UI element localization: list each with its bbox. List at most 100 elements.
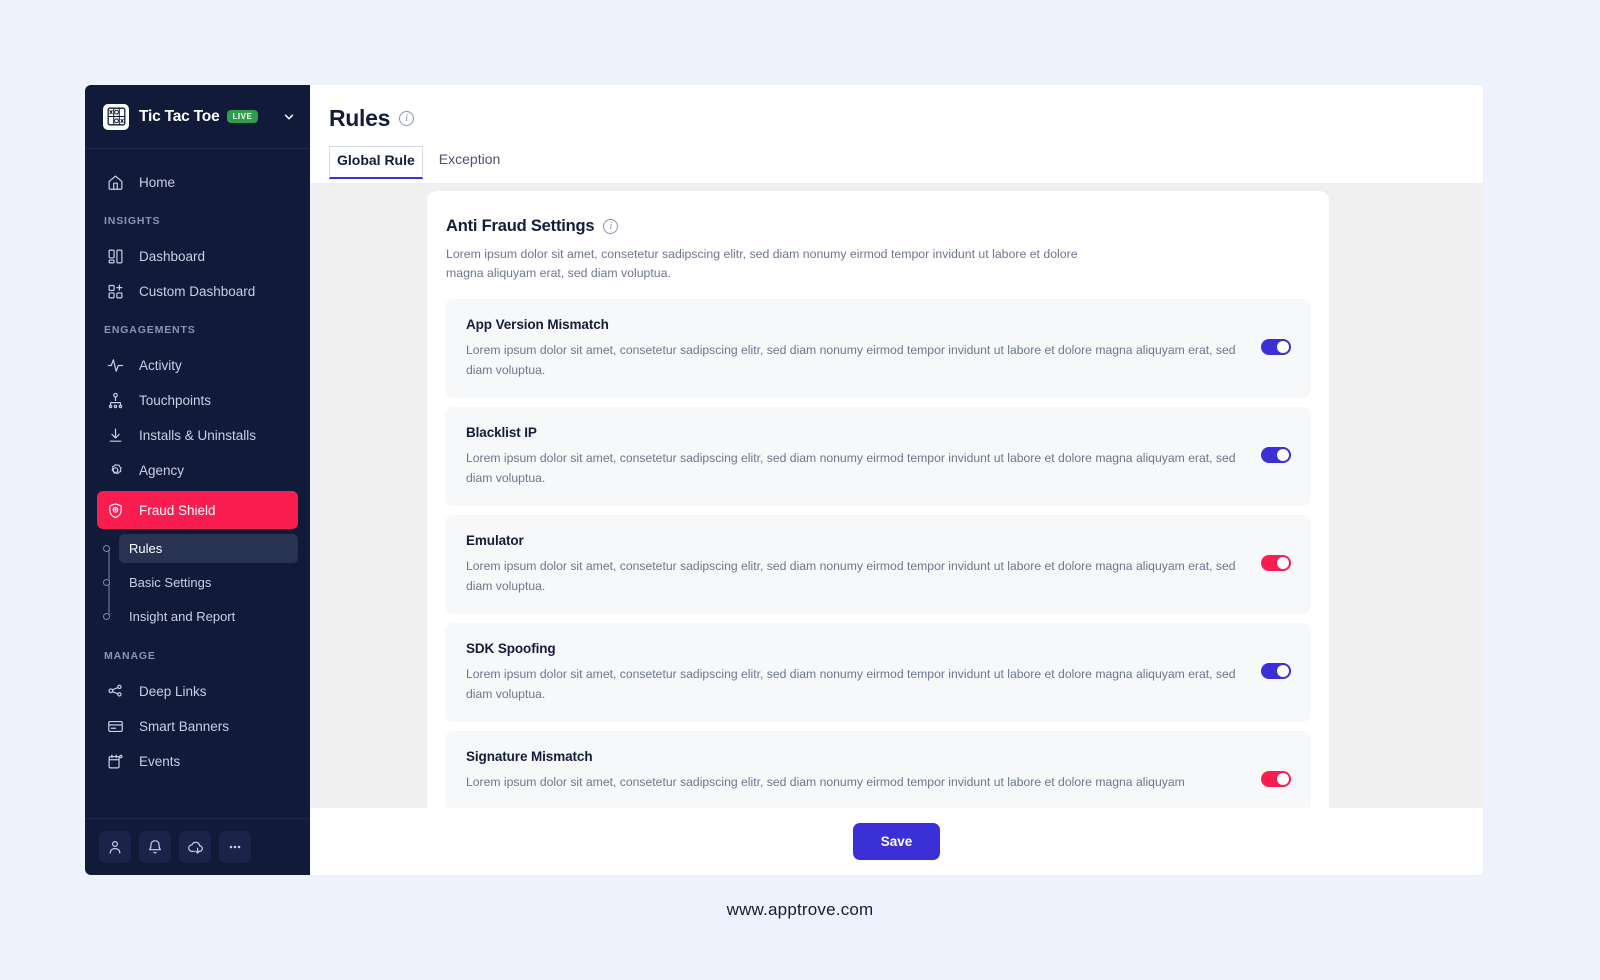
dashboard-icon: [104, 248, 126, 265]
rule-text: App Version Mismatch Lorem ipsum dolor s…: [466, 317, 1245, 380]
toggle-knob: [1277, 665, 1289, 678]
rule-text: Blacklist IP Lorem ipsum dolor sit amet,…: [466, 425, 1245, 488]
bullet-dot-icon: [103, 545, 110, 552]
rule-description: Lorem ipsum dolor sit amet, consetetur s…: [466, 451, 1236, 485]
agency-target-icon: [104, 462, 126, 479]
shield-icon: [104, 502, 126, 519]
tic-tac-toe-icon: [103, 103, 129, 130]
more-ellipsis-icon[interactable]: [219, 831, 251, 863]
rule-row: Signature Mismatch Lorem ipsum dolor sit…: [445, 731, 1311, 811]
toggle-knob: [1277, 773, 1289, 786]
tab-bar: Global Rule Exception: [329, 146, 1483, 179]
sidebar-item-fraud-shield[interactable]: Fraud Shield: [97, 491, 298, 529]
info-icon[interactable]: i: [603, 219, 619, 234]
rule-row: SDK Spoofing Lorem ipsum dolor sit amet,…: [445, 623, 1311, 723]
tab-global-rule[interactable]: Global Rule: [329, 146, 423, 179]
custom-dashboard-icon: [104, 283, 126, 300]
rule-toggle[interactable]: [1261, 555, 1291, 572]
rule-row: App Version Mismatch Lorem ipsum dolor s…: [445, 299, 1311, 399]
rule-text: Emulator Lorem ipsum dolor sit amet, con…: [466, 533, 1245, 596]
sidebar-item-activity[interactable]: Activity: [97, 349, 298, 381]
events-calendar-icon: [104, 753, 126, 770]
card-title-row: Anti Fraud Settings i: [445, 217, 1311, 236]
save-button[interactable]: Save: [852, 823, 941, 860]
sidebar-item-custom-dashboard[interactable]: Custom Dashboard: [97, 275, 298, 307]
card-title: Anti Fraud Settings: [446, 217, 595, 235]
touchpoints-icon: [104, 392, 126, 409]
rule-row: Emulator Lorem ipsum dolor sit amet, con…: [445, 515, 1311, 615]
rule-name: Emulator: [466, 533, 524, 549]
sidebar-item-events[interactable]: Events: [97, 745, 298, 777]
rule-description: Lorem ipsum dolor sit amet, consetetur s…: [466, 775, 1185, 790]
cloud-download-icon[interactable]: [179, 831, 211, 863]
sidebar-item-deep-links[interactable]: Deep Links: [97, 675, 298, 707]
sidebar: Tic Tac Toe LIVE Home INSIGHTS Dashboard: [85, 85, 310, 875]
main-content: Rules i Global Rule Exception Anti Fraud…: [310, 85, 1483, 875]
nav-section-engagements: ENGAGEMENTS: [104, 324, 196, 336]
sidebar-item-label: Touchpoints: [139, 392, 212, 408]
save-bar: Save: [310, 808, 1483, 875]
sidebar-item-label: Installs & Uninstalls: [139, 427, 257, 443]
toggle-knob: [1277, 449, 1289, 462]
rule-toggle[interactable]: [1261, 663, 1291, 680]
activity-pulse-icon: [104, 357, 126, 374]
sidebar-item-smart-banners[interactable]: Smart Banners: [97, 710, 298, 742]
nav-section-insights: INSIGHTS: [104, 215, 161, 227]
sidebar-item-label: Events: [139, 753, 181, 769]
sidebar-item-home[interactable]: Home: [97, 166, 298, 198]
sidebar-subitem-basic-settings[interactable]: Basic Settings: [103, 568, 298, 597]
page-title-row: Rules i: [329, 105, 1483, 132]
toggle-knob: [1277, 341, 1289, 354]
sidebar-subitem-insight-and-report[interactable]: Insight and Report: [103, 602, 298, 631]
rule-text: Signature Mismatch Lorem ipsum dolor sit…: [466, 749, 1245, 793]
deep-links-icon: [104, 683, 126, 700]
rule-toggle[interactable]: [1261, 771, 1291, 788]
bell-icon[interactable]: [139, 831, 171, 863]
tab-exception[interactable]: Exception: [427, 146, 512, 179]
card-description: Lorem ipsum dolor sit amet, consetetur s…: [446, 247, 1078, 281]
sidebar-item-label: Home: [139, 174, 176, 190]
rule-toggle[interactable]: [1261, 339, 1291, 356]
sidebar-item-label: Fraud Shield: [139, 502, 216, 518]
rule-text: SDK Spoofing Lorem ipsum dolor sit amet,…: [466, 641, 1245, 704]
sidebar-footer: [85, 818, 310, 875]
sidebar-subitem-label: Rules: [129, 541, 163, 556]
brand-switcher[interactable]: Tic Tac Toe LIVE: [85, 85, 310, 149]
bullet-dot-icon: [103, 579, 110, 586]
sidebar-item-dashboard[interactable]: Dashboard: [97, 240, 298, 272]
nav-section-manage: MANAGE: [104, 650, 156, 662]
sidebar-item-label: Dashboard: [139, 248, 206, 264]
rule-description: Lorem ipsum dolor sit amet, consetetur s…: [466, 343, 1236, 377]
rule-description: Lorem ipsum dolor sit amet, consetetur s…: [466, 559, 1236, 593]
bullet-dot-icon: [103, 613, 110, 620]
chevron-down-icon[interactable]: [282, 110, 296, 124]
sidebar-subitem-rules[interactable]: Rules: [103, 534, 298, 563]
user-icon[interactable]: [99, 831, 131, 863]
home-icon: [104, 174, 126, 191]
page-title: Rules: [329, 105, 391, 131]
rule-name: App Version Mismatch: [466, 317, 609, 333]
sidebar-item-label: Activity: [139, 357, 182, 373]
rule-name: SDK Spoofing: [466, 641, 556, 657]
status-badge: LIVE: [226, 109, 259, 124]
sidebar-item-installs-uninstalls[interactable]: Installs & Uninstalls: [97, 419, 298, 451]
app-window: Tic Tac Toe LIVE Home INSIGHTS Dashboard: [85, 85, 1483, 875]
info-icon[interactable]: i: [399, 111, 415, 126]
rule-name: Blacklist IP: [466, 425, 537, 441]
sidebar-item-label: Agency: [139, 462, 185, 478]
page-footer-url: www.apptrove.com: [726, 900, 874, 919]
sidebar-item-agency[interactable]: Agency: [97, 454, 298, 486]
rule-toggle[interactable]: [1261, 447, 1291, 464]
sidebar-item-label: Custom Dashboard: [139, 283, 256, 299]
download-icon: [104, 427, 126, 444]
rule-description: Lorem ipsum dolor sit amet, consetetur s…: [466, 667, 1236, 701]
rule-name: Signature Mismatch: [466, 749, 593, 765]
smart-banners-icon: [104, 718, 126, 735]
rule-row: Blacklist IP Lorem ipsum dolor sit amet,…: [445, 407, 1311, 507]
anti-fraud-settings-card: Anti Fraud Settings i Lorem ipsum dolor …: [427, 191, 1329, 875]
sidebar-item-label: Deep Links: [139, 683, 207, 699]
sidebar-item-label: Smart Banners: [139, 718, 230, 734]
content-area: Anti Fraud Settings i Lorem ipsum dolor …: [310, 183, 1483, 875]
sidebar-subitem-label: Insight and Report: [129, 609, 236, 624]
sidebar-item-touchpoints[interactable]: Touchpoints: [97, 384, 298, 416]
